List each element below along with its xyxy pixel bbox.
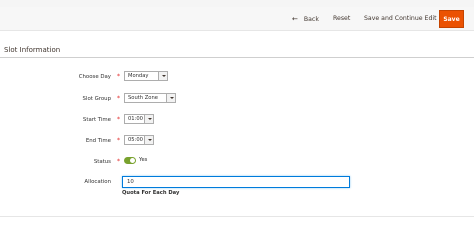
required-mark: * (117, 158, 120, 165)
start-time-select[interactable]: 01:00 (124, 114, 154, 124)
chevron-down-icon (166, 94, 175, 102)
choose-day-row: Choose Day * Monday (0, 71, 474, 85)
back-label: Back (303, 16, 319, 23)
choose-day-select[interactable]: Monday (124, 71, 168, 81)
allocation-input[interactable]: 10 (122, 176, 350, 188)
start-time-value: 01:00 (128, 116, 143, 122)
save-button[interactable]: Save (439, 10, 464, 28)
required-mark: * (117, 116, 120, 123)
start-time-row: Start Time * 01:00 (0, 114, 474, 128)
status-row: Status * Yes (0, 156, 474, 170)
back-arrow-icon: ← (292, 15, 298, 23)
end-time-value: 05:00 (128, 137, 143, 143)
slot-group-label: Slot Group (82, 96, 111, 102)
required-mark: * (117, 73, 120, 80)
status-toggle[interactable] (124, 157, 136, 164)
start-time-label: Start Time (82, 117, 111, 123)
allocation-row: Allocation 10 (0, 176, 474, 190)
slot-group-select[interactable]: South Zone (124, 93, 176, 103)
top-bar (0, 0, 474, 7)
toggle-knob (130, 158, 135, 163)
end-time-select[interactable]: 05:00 (124, 135, 154, 145)
slot-group-row: Slot Group * South Zone (0, 93, 474, 107)
chevron-down-icon (158, 72, 167, 80)
slot-group-value: South Zone (128, 95, 158, 101)
section-title: Slot Information (4, 46, 61, 54)
end-time-label: End Time (85, 138, 111, 144)
choose-day-value: Monday (128, 73, 149, 79)
save-and-continue-button[interactable]: Save and Continue Edit (364, 7, 437, 31)
chevron-down-icon (144, 115, 153, 123)
end-time-row: End Time * 05:00 (0, 135, 474, 149)
section-divider (0, 57, 474, 58)
back-button[interactable]: ← Back (292, 7, 319, 31)
required-mark: * (117, 137, 120, 144)
status-label: Status (93, 159, 111, 165)
allocation-label: Allocation (84, 179, 111, 185)
page-actions-bar: ← Back Reset Save and Continue Edit Save (0, 7, 474, 31)
chevron-down-icon (144, 136, 153, 144)
choose-day-label: Choose Day (78, 74, 111, 80)
status-toggle-label: Yes (139, 157, 148, 163)
reset-button[interactable]: Reset (333, 7, 350, 31)
allocation-note: Quota For Each Day (122, 190, 180, 196)
required-mark: * (117, 95, 120, 102)
bottom-divider (0, 216, 474, 217)
